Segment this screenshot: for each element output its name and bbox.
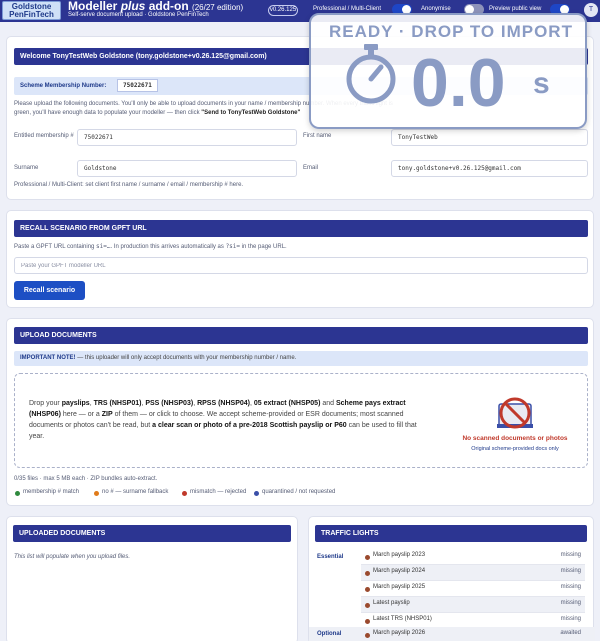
toggle-professional-label: Professional / Multi-Client — [313, 6, 382, 12]
recall-title: RECALL SCENARIO FROM GPFT URL — [14, 220, 588, 237]
membership-number-value: 75022671 — [117, 79, 158, 92]
traffic-row: Latest payslip missing — [361, 597, 585, 613]
important-note-text: — this uploader will only accept documen… — [75, 355, 297, 361]
user-avatar-button[interactable]: T — [584, 3, 598, 17]
timer-unit: s — [533, 67, 550, 100]
traffic-item-name: March payslip 2025 — [373, 584, 426, 590]
recall-card: RECALL SCENARIO FROM GPFT URL Paste a GP… — [6, 210, 594, 308]
import-timer-overlay: READY · DROP TO IMPORT 0.0 s — [309, 13, 587, 129]
drop-doc-payslips: payslips — [61, 400, 90, 407]
recall-desc-text-2: . In production this arrives automatical… — [110, 244, 226, 250]
files-info: 0/35 files · max 5 MB each · ZIP bundles… — [14, 476, 158, 482]
legend-dot-match — [15, 491, 20, 496]
traffic-lights-title: TRAFFIC LIGHTS — [315, 525, 587, 542]
logo: Goldstone PenFinTech — [2, 1, 61, 20]
upload-dropzone[interactable]: Drop your payslips, TRS (NHSP01), PSS (N… — [14, 373, 588, 468]
uploaded-documents-title: UPLOADED DOCUMENTS — [13, 525, 291, 542]
recall-description: Paste a GPFT URL containing si=…. In pro… — [14, 243, 287, 250]
traffic-row: March payslip 2023 missing — [361, 549, 585, 565]
drop-doc-pss: PSS (NHSP03) — [145, 400, 194, 407]
firstname-field[interactable]: TonyTestWeb — [391, 129, 588, 146]
drop-doc-05-extract: 05 extract (NHSP05) — [253, 400, 321, 407]
recall-scenario-button[interactable]: Recall scenario — [14, 281, 85, 300]
recall-desc-code-1: si=… — [96, 243, 111, 250]
traffic-row: March payslip 2024 missing — [361, 565, 585, 581]
send-to-name: "Send to TonyTestWeb Goldstone" — [201, 110, 301, 116]
app-edition: (26/27 edition) — [192, 3, 244, 12]
instructions-line2-text: green, you'll have enough data to popula… — [14, 110, 202, 116]
traffic-row: March payslip 2026 awaited — [361, 627, 585, 641]
drop-text-part: Drop your — [29, 400, 62, 407]
drop-text-part: and — [320, 400, 336, 407]
legend-dot-mismatch — [182, 491, 187, 496]
legend-dot-quarantined — [254, 491, 259, 496]
legend-quarantined: quarantined / not requested — [262, 489, 336, 495]
uploaded-documents-card: UPLOADED DOCUMENTS This list will popula… — [6, 516, 298, 641]
drop-doc-scottish-payslip: a clear scan or photo of a pre-2018 Scot… — [152, 422, 347, 429]
firstname-field-label: First name — [303, 133, 332, 139]
traffic-status-dot — [365, 587, 370, 592]
traffic-item-name: Latest TRS (NHSP01) — [373, 616, 432, 622]
timer-status-label: READY · DROP TO IMPORT — [329, 22, 573, 41]
traffic-status-dot — [365, 619, 370, 624]
toggle-anonymise-label: Anonymise — [421, 6, 451, 12]
traffic-item-status: awaited — [560, 630, 581, 636]
traffic-group-essential: Essential — [317, 554, 344, 560]
gpft-url-input[interactable] — [14, 257, 588, 274]
important-note-label: IMPORTANT NOTE! — [20, 355, 76, 361]
surname-field-label: Surname — [14, 165, 39, 171]
traffic-item-status: missing — [560, 552, 581, 558]
legend-mismatch: mismatch — rejected — [190, 489, 247, 495]
traffic-item-name: March payslip 2026 — [373, 630, 426, 636]
membership-field-label: Entitled membership # — [14, 133, 74, 139]
traffic-item-status: missing — [560, 584, 581, 590]
traffic-item-name: March payslip 2024 — [373, 568, 426, 574]
upload-title: UPLOAD DOCUMENTS — [14, 327, 588, 344]
traffic-item-status: missing — [560, 568, 581, 574]
traffic-status-dot — [365, 633, 370, 638]
logo-line2: PenFinTech — [9, 10, 54, 19]
surname-field[interactable]: Goldstone — [77, 160, 297, 177]
instructions-line2: green, you'll have enough data to popula… — [14, 110, 300, 116]
membership-field[interactable]: 75022671 — [77, 129, 297, 146]
traffic-status-dot — [365, 571, 370, 576]
email-field[interactable]: tony.goldstone+v0.26.125@gmail.com — [391, 160, 588, 177]
legend-fallback: no # — surname fallback — [102, 489, 169, 495]
membership-number-label: Scheme Membership Number: — [20, 83, 107, 89]
app-subtitle: Self-serve document upload · Goldstone P… — [68, 12, 209, 18]
legend-match: membership # match — [23, 489, 80, 495]
traffic-status-dot — [365, 603, 370, 608]
no-scan-title: No scanned documents or photos — [462, 435, 568, 442]
traffic-group-optional: Optional — [317, 631, 342, 637]
no-scan-subtitle: Original scheme-provided docs only — [471, 446, 559, 452]
no-scan-icon — [497, 397, 533, 429]
upload-card: UPLOAD DOCUMENTS IMPORTANT NOTE! — this … — [6, 318, 594, 506]
stopwatch-icon — [346, 44, 396, 104]
toggle-preview-label: Preview public view — [489, 6, 542, 12]
drop-doc-trs: TRS (NHSP01) — [93, 400, 142, 407]
traffic-item-status: missing — [560, 616, 581, 622]
drop-doc-zip: ZIP — [101, 411, 113, 418]
traffic-item-name: March payslip 2023 — [373, 552, 426, 558]
important-note: IMPORTANT NOTE! — this uploader will onl… — [14, 351, 588, 366]
professional-footnote: Professional / Multi-Client: set client … — [14, 182, 244, 188]
dropzone-instructions: Drop your payslips, TRS (NHSP01), PSS (N… — [29, 398, 427, 442]
uploaded-empty-text: This list will populate when you upload … — [14, 554, 131, 560]
timer-value: 0.0 — [411, 45, 506, 121]
traffic-item-name: Latest payslip — [373, 600, 410, 606]
email-field-label: Email — [303, 165, 319, 171]
traffic-lights-card: TRAFFIC LIGHTS Essential March payslip 2… — [308, 516, 595, 641]
recall-desc-text-3: in the page URL. — [240, 244, 287, 250]
traffic-status-dot — [365, 555, 370, 560]
recall-desc-text-1: Paste a GPFT URL containing — [14, 244, 97, 250]
traffic-row: March payslip 2025 missing — [361, 581, 585, 597]
recall-desc-code-2: ?si= — [225, 243, 241, 250]
traffic-item-status: missing — [560, 600, 581, 606]
legend-dot-fallback — [94, 491, 99, 496]
version-badge: v0.26.125 — [268, 5, 298, 16]
drop-doc-rpss: RPSS (NHSP04) — [197, 400, 250, 407]
drop-text-part: here — or a — [60, 411, 102, 418]
